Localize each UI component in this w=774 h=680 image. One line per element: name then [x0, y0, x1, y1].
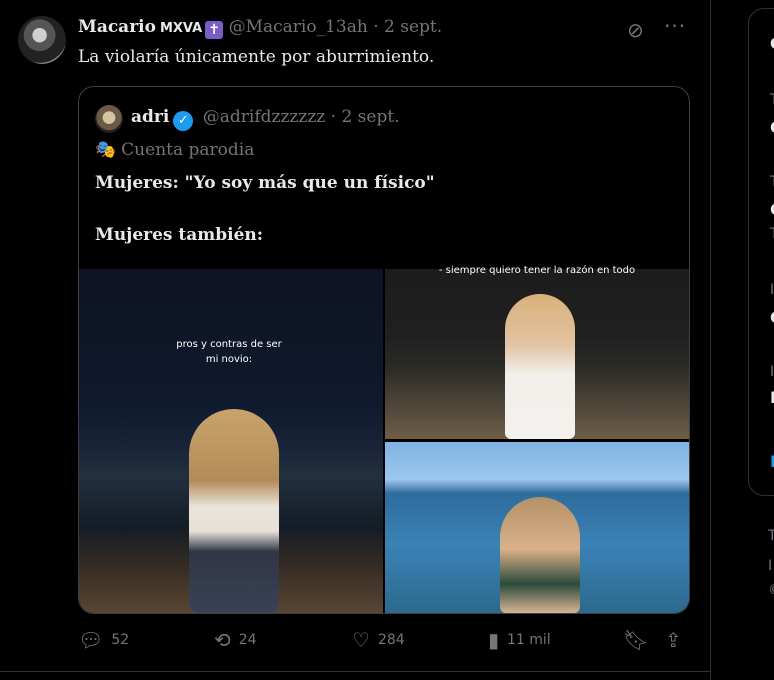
sidebar-fragment[interactable]: E	[770, 388, 774, 407]
reply-count: 52	[111, 632, 130, 648]
sidebar-fragment[interactable]: C	[770, 118, 774, 137]
media-image-1[interactable]: pros y contras de ser mi novio:	[79, 269, 383, 613]
heart-icon: ♡	[352, 628, 370, 652]
image-caption: - siempre quiero tener la razón en todo	[438, 265, 636, 276]
theater-mask-icon: 🎭	[95, 140, 117, 160]
parody-text: Cuenta parodia	[121, 140, 255, 160]
quoted-date[interactable]: 2 sept.	[341, 107, 399, 127]
repost-count: 24	[238, 632, 257, 648]
repost-button[interactable]: ⟲ 24	[214, 628, 257, 652]
tweet-date[interactable]: 2 sept.	[384, 17, 442, 37]
reply-button[interactable]: 💬︎ 52	[78, 628, 129, 652]
footer-fragment[interactable]: T	[768, 528, 774, 544]
parody-label: 🎭 Cuenta parodia	[95, 140, 254, 160]
quoted-text-line-2: Mujeres también:	[95, 225, 264, 245]
person-figure	[189, 409, 279, 613]
footer-fragment[interactable]: I	[768, 558, 772, 574]
sidebar-fragment[interactable]: I	[770, 282, 774, 298]
cross-emoji-icon: ✝	[205, 21, 224, 39]
separator: ·	[330, 107, 337, 127]
person-figure	[500, 497, 580, 613]
divider	[0, 671, 710, 672]
author-tag: MXVA	[159, 21, 203, 36]
reply-icon: 💬︎	[78, 628, 104, 652]
sidebar-card	[748, 8, 774, 496]
bookmark-button[interactable]: 🔖︎	[623, 628, 648, 652]
grok-icon[interactable]: ⊘	[627, 18, 644, 42]
bookmark-icon: 🔖︎	[623, 628, 649, 652]
more-icon[interactable]: ···	[664, 14, 686, 38]
tweet-header: Macario MXVA ✝ @Macario_13ah · 2 sept.	[78, 17, 442, 39]
person-figure	[505, 294, 575, 439]
sidebar-fragment[interactable]: T	[770, 226, 774, 242]
image-caption: pros y contras de ser mi novio:	[176, 339, 282, 365]
media-image-2[interactable]: - siempre quiero tener la razón en todo	[385, 265, 689, 439]
views-icon: ▮	[488, 628, 500, 652]
quoted-author-avatar[interactable]	[95, 105, 123, 133]
author-handle[interactable]: @Macario_13ah	[229, 17, 368, 37]
views-count: 11 mil	[507, 632, 551, 648]
sidebar-fragment[interactable]: I	[770, 364, 774, 380]
sidebar-fragment[interactable]: C	[770, 34, 774, 53]
author-avatar[interactable]	[18, 16, 66, 64]
repost-icon: ⟲	[214, 628, 231, 652]
author-name[interactable]: Macario	[78, 17, 156, 37]
quoted-text-line-1: Mujeres: "Yo soy más que un físico"	[95, 173, 435, 193]
action-bar: 💬︎ 52 ⟲ 24 ♡ 284 ▮ 11 mil 🔖︎ ⇪	[78, 628, 688, 656]
sidebar-fragment[interactable]: C	[770, 308, 774, 327]
separator: ·	[373, 17, 379, 37]
timeline: Macario MXVA ✝ @Macario_13ah · 2 sept. ⊘ ·…	[0, 0, 711, 680]
like-count: 284	[377, 632, 405, 648]
sidebar-fragment[interactable]: T	[770, 92, 774, 108]
sidebar-fragment[interactable]: C	[770, 200, 774, 219]
media-image-3[interactable]	[385, 442, 689, 613]
media-grid: pros y contras de ser mi novio: - siempr…	[79, 265, 689, 613]
footer-fragment: ©	[768, 582, 774, 598]
like-button[interactable]: ♡ 284	[352, 628, 405, 652]
quoted-header: adri ✓ @adrifdzzzzzz · 2 sept.	[131, 107, 400, 131]
sidebar-fragment[interactable]: I	[770, 452, 774, 471]
quoted-tweet[interactable]: adri ✓ @adrifdzzzzzz · 2 sept. 🎭 Cuenta pa…	[78, 86, 690, 614]
sidebar-fragment[interactable]: T	[770, 174, 774, 190]
verified-badge-icon: ✓	[173, 111, 194, 131]
share-icon: ⇪	[665, 628, 682, 652]
tweet-text: La violaría únicamente por aburrimiento.	[78, 47, 435, 67]
quoted-author-name[interactable]: adri	[131, 107, 169, 127]
share-button[interactable]: ⇪	[665, 628, 682, 652]
views-button[interactable]: ▮ 11 mil	[488, 628, 551, 652]
quoted-handle[interactable]: @adrifdzzzzzz	[203, 107, 326, 127]
